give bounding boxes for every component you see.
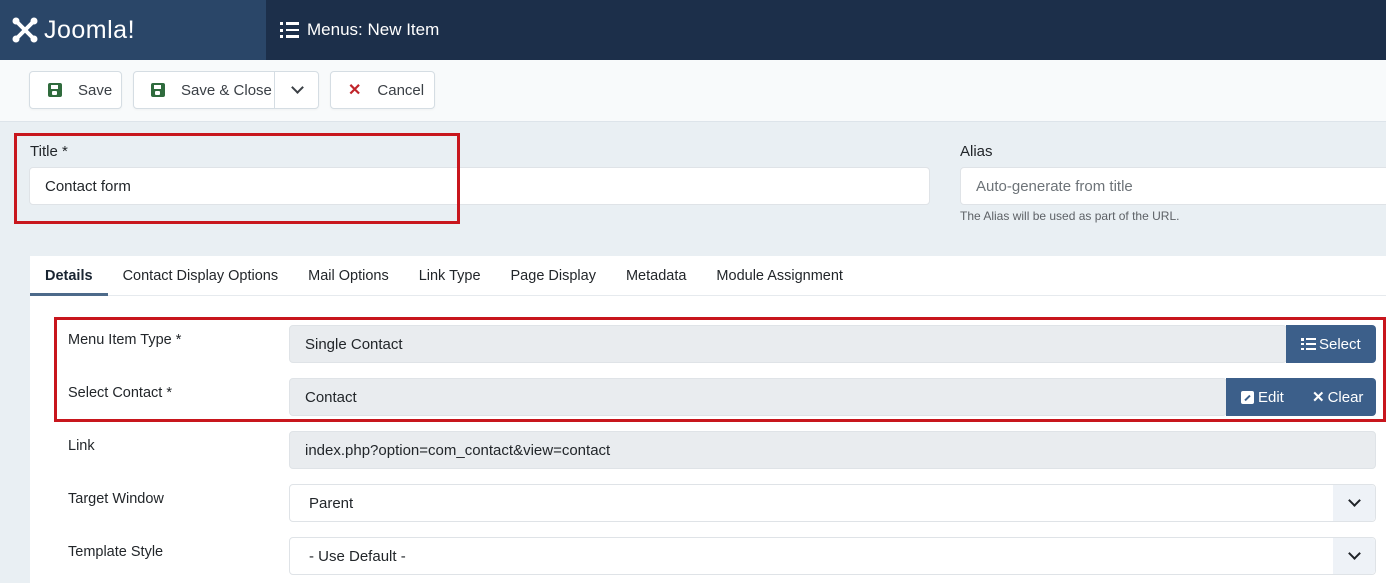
target-window-select[interactable]: Parent (289, 484, 1376, 522)
template-style-label: Template Style (68, 544, 164, 560)
select-menu-type-button[interactable]: Select (1286, 325, 1376, 363)
details-panel: Details Contact Display Options Mail Opt… (30, 256, 1386, 583)
tab-bar: Details Contact Display Options Mail Opt… (30, 256, 1386, 296)
toolbar: Save Save & Close ✕ Cancel (0, 60, 1386, 122)
brand-name: Joomla! (44, 15, 136, 44)
save-button[interactable]: Save (29, 71, 122, 109)
cancel-label: Cancel (377, 81, 425, 99)
save-close-button-group: Save & Close (133, 71, 319, 109)
alias-input[interactable]: Auto-generate from title (960, 167, 1386, 205)
alias-label: Alias (960, 143, 993, 160)
template-style-value: - Use Default - (309, 547, 406, 565)
tab-mail-options[interactable]: Mail Options (293, 256, 404, 296)
tab-module-assignment[interactable]: Module Assignment (701, 256, 858, 296)
chevron-down-icon (1347, 547, 1361, 560)
select-contact-label: Select Contact * (68, 385, 172, 401)
alias-placeholder: Auto-generate from title (976, 177, 1133, 195)
cancel-button[interactable]: ✕ Cancel (330, 71, 435, 109)
title-input[interactable]: Contact form (29, 167, 930, 205)
chevron-down-icon (1347, 494, 1361, 507)
brand[interactable]: Joomla! (0, 0, 266, 60)
joomla-logo-icon (10, 15, 40, 45)
chevron-down-icon (290, 81, 304, 94)
edit-contact-button[interactable]: Edit (1226, 378, 1298, 416)
target-window-label: Target Window (68, 491, 164, 507)
save-close-label[interactable]: Save & Close (181, 82, 272, 99)
list-icon (1301, 338, 1316, 350)
app-header: Joomla! Menus: New Item (0, 0, 1386, 60)
select-contact-field: Contact (289, 378, 1227, 416)
list-icon (280, 22, 299, 38)
save-icon (48, 83, 62, 97)
target-window-value: Parent (309, 494, 354, 512)
clear-contact-button[interactable]: ✕ Clear (1298, 378, 1376, 416)
select-contact-value: Contact (305, 388, 357, 406)
tab-contact-display-options[interactable]: Contact Display Options (108, 256, 294, 296)
save-label: Save (78, 81, 113, 99)
save-icon[interactable] (151, 83, 165, 97)
template-style-select[interactable]: - Use Default - (289, 537, 1376, 575)
tab-page-display[interactable]: Page Display (496, 256, 611, 296)
template-style-caret[interactable] (1333, 538, 1375, 574)
select-label: Select (1319, 335, 1361, 353)
tab-link-type[interactable]: Link Type (404, 256, 496, 296)
clear-icon: ✕ (1312, 389, 1325, 406)
page-title: Menus: New Item (307, 20, 440, 39)
tab-details[interactable]: Details (30, 256, 108, 296)
link-label: Link (68, 438, 95, 454)
title-value: Contact form (45, 177, 131, 195)
menu-item-type-field: Single Contact (289, 325, 1287, 363)
edit-icon (1241, 390, 1254, 404)
edit-label: Edit (1258, 388, 1284, 406)
menu-item-type-label: Menu Item Type * (68, 332, 182, 348)
clear-label: Clear (1327, 388, 1364, 406)
tab-metadata[interactable]: Metadata (611, 256, 701, 296)
target-window-caret[interactable] (1333, 485, 1375, 521)
title-label: Title * (30, 143, 68, 160)
close-icon: ✕ (348, 82, 362, 99)
alias-help-text: The Alias will be used as part of the UR… (960, 209, 1180, 223)
save-options-dropdown-button[interactable] (275, 72, 319, 108)
link-field: index.php?option=com_contact&view=contac… (289, 431, 1376, 469)
link-value: index.php?option=com_contact&view=contac… (305, 441, 611, 459)
menu-item-type-value: Single Contact (305, 335, 403, 353)
